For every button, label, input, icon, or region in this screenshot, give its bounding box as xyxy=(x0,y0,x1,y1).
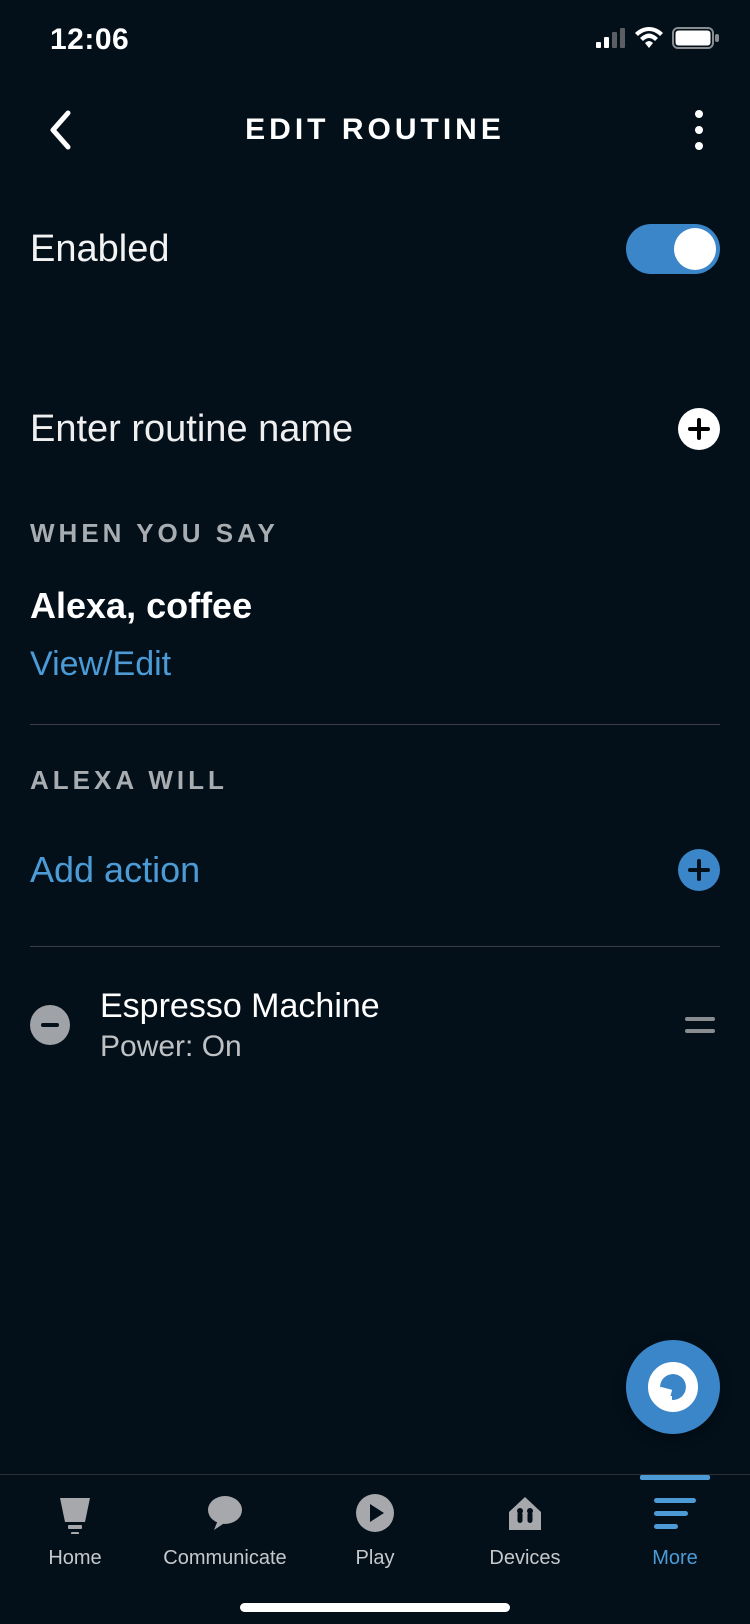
nav-communicate-label: Communicate xyxy=(163,1547,286,1570)
plus-icon xyxy=(687,417,711,441)
status-bar: 12:06 xyxy=(0,0,750,80)
nav-play-label: Play xyxy=(356,1547,395,1570)
routine-name-placeholder: Enter routine name xyxy=(30,408,353,451)
page-title: EDIT ROUTINE xyxy=(245,113,505,147)
wifi-icon xyxy=(634,27,664,54)
alexa-will-heading: ALEXA WILL xyxy=(0,765,750,796)
enabled-label: Enabled xyxy=(30,228,169,271)
home-indicator[interactable] xyxy=(240,1603,510,1612)
active-indicator xyxy=(640,1475,710,1480)
home-icon xyxy=(51,1489,99,1537)
header: EDIT ROUTINE xyxy=(0,80,750,180)
nav-more[interactable]: More xyxy=(600,1489,750,1624)
when-you-say-heading: WHEN YOU SAY xyxy=(0,518,750,549)
trigger-section: Alexa, coffee View/Edit xyxy=(0,585,750,684)
dot-icon xyxy=(695,110,703,118)
toggle-knob xyxy=(674,228,716,270)
remove-action-button[interactable] xyxy=(30,1005,70,1045)
bottom-nav: Home Communicate Play Devices More xyxy=(0,1474,750,1624)
minus-icon xyxy=(40,1015,60,1035)
add-action-button[interactable] xyxy=(678,849,720,891)
nav-home-label: Home xyxy=(48,1547,101,1570)
devices-icon xyxy=(501,1489,549,1537)
status-time: 12:06 xyxy=(50,23,129,57)
enabled-row: Enabled xyxy=(0,214,750,284)
nav-more-label: More xyxy=(652,1547,698,1570)
add-action-label: Add action xyxy=(30,849,200,891)
menu-icon xyxy=(651,1489,699,1537)
nav-home[interactable]: Home xyxy=(0,1489,150,1624)
drag-handle[interactable] xyxy=(680,1017,720,1033)
trigger-phrase: Alexa, coffee xyxy=(30,585,720,627)
dot-icon xyxy=(695,142,703,150)
divider xyxy=(30,724,720,725)
more-options-button[interactable] xyxy=(674,100,724,160)
action-title: Espresso Machine xyxy=(100,987,680,1026)
status-indicators xyxy=(596,27,720,54)
cellular-icon xyxy=(596,28,626,53)
add-name-button[interactable] xyxy=(678,408,720,450)
dot-icon xyxy=(695,126,703,134)
back-button[interactable] xyxy=(30,100,90,160)
play-icon xyxy=(351,1489,399,1537)
chat-icon xyxy=(201,1489,249,1537)
action-text: Espresso Machine Power: On xyxy=(100,987,680,1064)
drag-line-icon xyxy=(685,1029,715,1033)
enabled-toggle[interactable] xyxy=(626,224,720,274)
routine-name-row[interactable]: Enter routine name xyxy=(0,394,750,464)
nav-devices-label: Devices xyxy=(489,1547,560,1570)
view-edit-link[interactable]: View/Edit xyxy=(30,645,720,684)
action-subtitle: Power: On xyxy=(100,1030,680,1064)
drag-line-icon xyxy=(685,1017,715,1021)
alexa-voice-button[interactable] xyxy=(626,1340,720,1434)
divider xyxy=(30,946,720,947)
battery-icon xyxy=(672,27,720,54)
action-item[interactable]: Espresso Machine Power: On xyxy=(0,977,750,1073)
add-action-row[interactable]: Add action xyxy=(0,840,750,900)
plus-icon xyxy=(687,858,711,882)
chevron-left-icon xyxy=(48,110,72,150)
